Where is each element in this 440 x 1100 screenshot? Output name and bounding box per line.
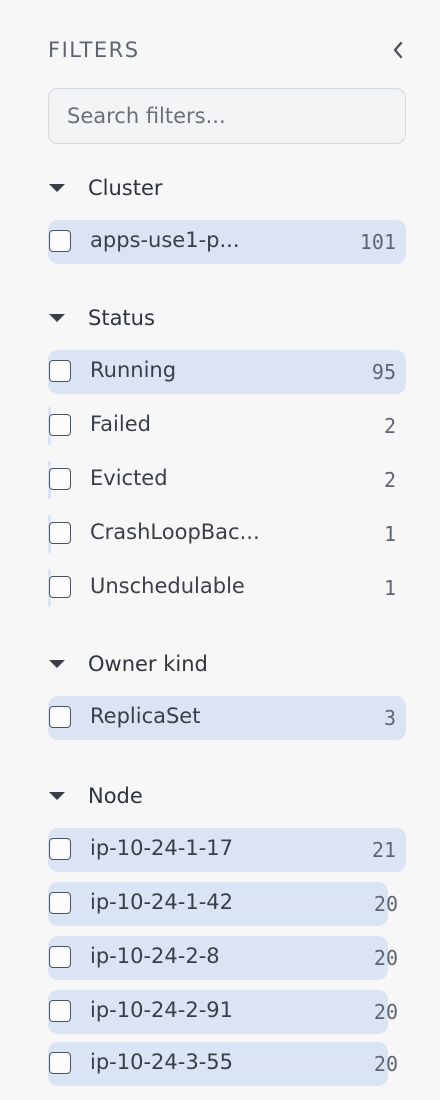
filter-row[interactable]: ip-10-24-1-42 20 (48, 882, 406, 926)
filter-count: 20 (373, 892, 398, 916)
filter-row[interactable]: CrashLoopBac... 1 (48, 512, 406, 556)
filter-label: ip-10-24-1-42 (90, 890, 234, 914)
checkbox[interactable] (49, 576, 71, 598)
section-header-status[interactable]: Status (48, 303, 155, 333)
checkbox[interactable] (49, 1052, 71, 1074)
checkbox[interactable] (49, 230, 71, 252)
filter-label: ReplicaSet (90, 704, 201, 728)
section-title: Cluster (88, 176, 163, 200)
checkbox[interactable] (49, 360, 71, 382)
chevron-left-icon[interactable] (388, 38, 408, 62)
filter-row[interactable]: ReplicaSet 3 (48, 696, 406, 740)
caret-down-icon (48, 183, 66, 193)
caret-down-icon (48, 791, 66, 801)
section-title: Node (88, 784, 143, 808)
filter-label: Failed (90, 412, 151, 436)
filters-header: FILTERS (48, 38, 408, 66)
section-header-cluster[interactable]: Cluster (48, 173, 163, 203)
checkbox[interactable] (49, 414, 71, 436)
filter-label: Evicted (90, 466, 168, 490)
filter-count: 1 (383, 522, 396, 546)
checkbox[interactable] (49, 838, 71, 860)
filter-row[interactable]: apps-use1-p... 101 (48, 220, 406, 264)
filter-label: ip-10-24-3-55 (90, 1050, 234, 1074)
filter-row[interactable]: ip-10-24-2-8 20 (48, 936, 406, 980)
filter-count: 21 (371, 838, 396, 862)
filter-row[interactable]: Running 95 (48, 350, 406, 394)
checkbox[interactable] (49, 522, 71, 544)
filter-count: 20 (373, 946, 398, 970)
filter-label: ip-10-24-2-91 (90, 998, 234, 1022)
filters-title: FILTERS (48, 38, 140, 62)
checkbox[interactable] (49, 892, 71, 914)
section-title: Status (88, 306, 155, 330)
checkbox[interactable] (49, 706, 71, 728)
filter-label: ip-10-24-1-17 (90, 836, 234, 860)
filter-label: ip-10-24-2-8 (90, 944, 220, 968)
filter-label: Running (90, 358, 177, 382)
filter-label: Unschedulable (90, 574, 245, 598)
filter-label: apps-use1-p... (90, 228, 240, 252)
filter-count: 101 (359, 230, 396, 254)
section-title: Owner kind (88, 652, 208, 676)
filters-panel: FILTERS Cluster apps-use1-p... 101 Statu… (0, 0, 440, 1100)
filter-row[interactable]: Failed 2 (48, 404, 406, 448)
section-header-owner-kind[interactable]: Owner kind (48, 649, 208, 679)
filter-row[interactable]: Evicted 2 (48, 458, 406, 502)
filter-count: 2 (383, 468, 396, 492)
checkbox[interactable] (49, 1000, 71, 1022)
search-filters-input[interactable] (48, 88, 406, 144)
filter-row[interactable]: ip-10-24-3-55 20 (48, 1042, 406, 1086)
section-header-node[interactable]: Node (48, 781, 143, 811)
filter-label: CrashLoopBac... (90, 520, 260, 544)
filter-count: 3 (383, 706, 396, 730)
checkbox[interactable] (49, 946, 71, 968)
caret-down-icon (48, 313, 66, 323)
filter-count: 20 (373, 1000, 398, 1024)
filter-row[interactable]: ip-10-24-1-17 21 (48, 828, 406, 872)
filter-count: 20 (373, 1052, 398, 1076)
filter-row[interactable]: Unschedulable 1 (48, 566, 406, 610)
checkbox[interactable] (49, 468, 71, 490)
filter-count: 1 (383, 576, 396, 600)
filter-row[interactable]: ip-10-24-2-91 20 (48, 990, 406, 1034)
caret-down-icon (48, 659, 66, 669)
filter-count: 2 (383, 414, 396, 438)
filter-count: 95 (371, 360, 396, 384)
